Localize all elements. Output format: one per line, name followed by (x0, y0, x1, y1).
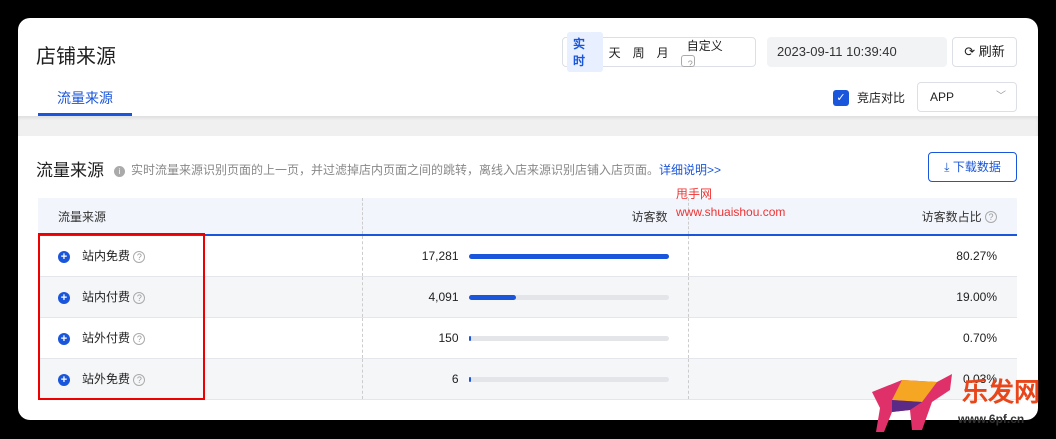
visitors-bar-fill (468, 376, 471, 382)
watermark-logo: 乐发网 www.6pf.cn (862, 372, 1052, 434)
datetime-display: 2023-09-11 10:39:40 (767, 37, 947, 67)
visitors-bar-track (468, 335, 669, 341)
platform-value: APP (930, 90, 955, 104)
visitors-bar-track (468, 254, 669, 260)
competitor-compare[interactable]: ✓ 竞店对比 (833, 89, 905, 106)
compare-label: 竞店对比 (857, 91, 906, 105)
period-realtime[interactable]: 实时 (567, 32, 603, 72)
visitors-bar-track (468, 294, 669, 300)
visitors-cell: 150 (362, 317, 689, 359)
visitors-cell: 6 (362, 358, 689, 400)
logo-url: www.6pf.cn (958, 412, 1025, 426)
refresh-label: 刷新 (978, 44, 1005, 59)
highlight-box (38, 233, 205, 400)
period-custom-label: 自定义 (686, 38, 723, 53)
period-day[interactable]: 天 (603, 41, 627, 64)
period-custom[interactable]: 自定义 ? (675, 34, 751, 71)
download-button[interactable]: ⤓ 下载数据 (928, 152, 1017, 182)
info-icon: i (114, 166, 125, 177)
period-month[interactable]: 月 (651, 41, 675, 64)
refresh-button[interactable]: ⟳ 刷新 (952, 37, 1017, 67)
watermark-url: www.shuaishou.com (676, 205, 786, 219)
visitors-value: 17,281 (421, 248, 459, 263)
refresh-icon: ⟳ (964, 44, 976, 59)
chevron-down-icon: ﹀ (996, 91, 1006, 102)
share-cell: 80.27% (688, 235, 1017, 277)
download-label: 下载数据 (952, 160, 1001, 174)
visitors-value: 4,091 (428, 289, 459, 304)
share-cell: 19.00% (688, 276, 1017, 318)
visitors-bar-track (468, 376, 669, 382)
details-link[interactable]: 详细说明>> (659, 163, 721, 177)
platform-select[interactable]: APP ﹀ (917, 82, 1017, 112)
visitors-bar-fill (468, 335, 471, 341)
description-text: 实时流量来源识别页面的上一页，并过滤掉店内页面之间的跳转，离线入店来源识别店铺入… (131, 163, 660, 177)
divider-band (18, 116, 1038, 136)
period-week[interactable]: 周 (627, 41, 651, 64)
tab-traffic-source[interactable]: 流量来源 (38, 88, 132, 116)
header-source: 流量来源 (38, 198, 363, 236)
visitors-bar-fill (468, 254, 669, 260)
visitors-bar-fill (468, 294, 516, 300)
page-title: 店铺来源 (36, 46, 116, 68)
period-selector: 实时 天 周 月 自定义 ? (562, 32, 756, 72)
section-description: i 实时流量来源识别页面的上一页，并过滤掉店内页面之间的跳转，离线入店来源识别店铺… (114, 161, 721, 178)
header-visitors: 访客数 (362, 198, 689, 236)
help-icon[interactable]: ? (985, 211, 997, 224)
logo-text: 乐发网 (962, 377, 1041, 407)
bull-logo-icon (872, 374, 952, 432)
visitors-value: 150 (438, 330, 459, 345)
visitors-cell: 17,281 (362, 235, 689, 277)
section-title: 流量来源 (36, 161, 104, 180)
visitors-value: 6 (451, 371, 459, 386)
checkbox-checked-icon[interactable]: ✓ (833, 89, 849, 106)
help-icon[interactable]: ? (680, 55, 695, 69)
watermark-name: 甩手网 (676, 187, 713, 201)
visitors-cell: 4,091 (362, 276, 689, 318)
download-icon: ⤓ (944, 160, 950, 174)
share-cell: 0.70% (688, 317, 1017, 359)
